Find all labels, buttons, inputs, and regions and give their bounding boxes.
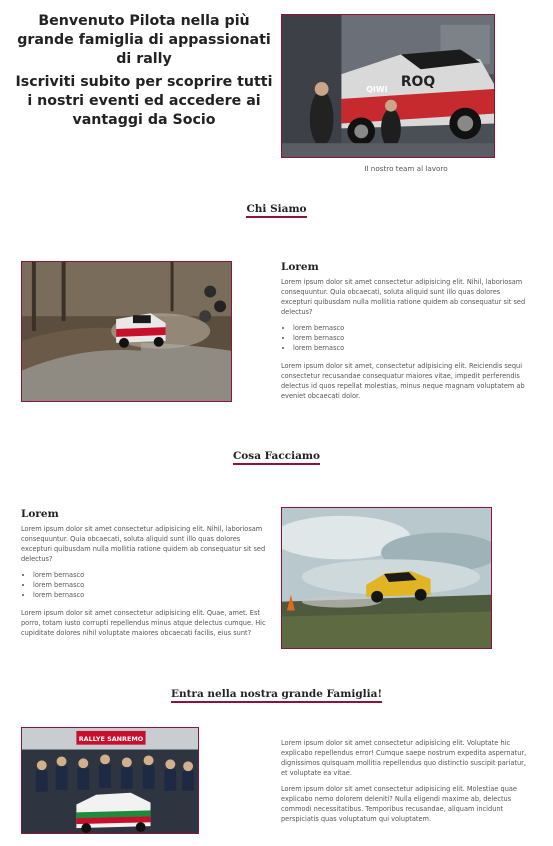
banner-text: RALLYE SANREMO xyxy=(79,735,144,743)
cosa-facciamo-heading: Lorem xyxy=(21,508,59,520)
chi-siamo-heading: Lorem xyxy=(281,261,319,273)
hero-image-team-at-work: ROQ QIWI xyxy=(281,14,495,158)
famiglia-paragraph-2: Lorem ipsum dolor sit amet consectetur a… xyxy=(281,785,517,823)
section-title-famiglia: Entra nella nostra grande Famiglia! xyxy=(0,688,553,703)
hero-welcome: Benvenuto Pilota nella più grande famigl… xyxy=(17,13,271,67)
famiglia-paragraph-1: Lorem ipsum dolor sit amet consectetur a… xyxy=(281,739,527,777)
list-item: lorem bernasco xyxy=(33,590,271,600)
list-item: lorem bernasco xyxy=(33,570,271,580)
cosa-facciamo-list: lorem bernasco lorem bernasco lorem bern… xyxy=(21,570,271,600)
hero-title: Benvenuto Pilota nella più grande famigl… xyxy=(14,12,274,130)
chi-siamo-paragraph-1: Lorem ipsum dolor sit amet consectetur a… xyxy=(281,278,526,316)
famiglia-text: Lorem ipsum dolor sit amet consectetur a… xyxy=(281,738,531,830)
cosa-facciamo-text: Lorem Lorem ipsum dolor sit amet consect… xyxy=(21,508,271,644)
chi-siamo-list: lorem bernasco lorem bernasco lorem bern… xyxy=(281,323,531,353)
chi-siamo-paragraph-2: Lorem ipsum dolor sit amet, consectetur … xyxy=(281,362,525,400)
section-title-cosa-facciamo: Cosa Facciamo xyxy=(0,450,553,465)
cosa-facciamo-paragraph-2: Lorem ipsum dolor sit amet consectetur a… xyxy=(21,609,266,637)
drift-car-image xyxy=(281,507,492,649)
car-sponsor-text: QIWI xyxy=(366,85,387,94)
cosa-facciamo-paragraph-1: Lorem ipsum dolor sit amet consectetur a… xyxy=(21,525,266,563)
list-item: lorem bernasco xyxy=(293,333,531,343)
list-item: lorem bernasco xyxy=(33,580,271,590)
chi-siamo-text: Lorem Lorem ipsum dolor sit amet consect… xyxy=(281,261,531,407)
list-item: lorem bernasco xyxy=(293,323,531,333)
team-celebration-image: RALLYE SANREMO xyxy=(21,727,199,834)
list-item: lorem bernasco xyxy=(293,343,531,353)
car-livery-text: ROQ xyxy=(401,74,435,90)
hero-subscribe: Iscriviti subito per scoprire tutti i no… xyxy=(15,74,273,128)
hero-image-caption: Il nostro team al lavoro xyxy=(364,164,448,173)
section-title-chi-siamo: Chi Siamo xyxy=(0,203,553,218)
rally-car-forest-image xyxy=(21,261,232,402)
